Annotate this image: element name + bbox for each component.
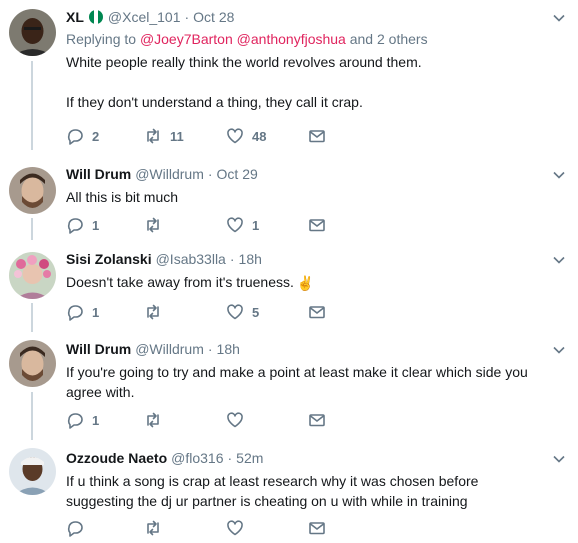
timestamp[interactable]: 18h: [217, 340, 240, 358]
timestamp[interactable]: 18h: [239, 250, 262, 268]
reply-count: 1: [92, 217, 100, 233]
like-count: 5: [252, 304, 260, 320]
avatar[interactable]: [9, 9, 56, 56]
tweet[interactable]: Ozzoude Naeto @flo316 · 52m If u think a…: [0, 440, 578, 543]
reply-button[interactable]: 1: [66, 215, 144, 235]
victory-hand-emoji: ✌️: [296, 275, 315, 291]
separator: ·: [184, 9, 190, 25]
reply-icon: [67, 305, 83, 321]
tweet-text: White people really think the world revo…: [66, 54, 422, 110]
tweet-text: If u think a song is crap at least resea…: [66, 473, 479, 509]
avatar[interactable]: [9, 167, 56, 214]
thread-line: [31, 303, 33, 332]
caret-down-icon[interactable]: [552, 11, 566, 25]
direct-message-icon: [309, 306, 325, 319]
avatar[interactable]: [9, 252, 56, 299]
author-handle[interactable]: @Isab33lla: [156, 250, 226, 268]
direct-message-icon: [309, 130, 325, 143]
like-button[interactable]: 5: [226, 302, 308, 322]
separator: ·: [207, 341, 213, 357]
tweet[interactable]: Sisi Zolanski @Isab33lla · 18h Doesn't t…: [0, 240, 578, 332]
direct-message-button[interactable]: [308, 302, 326, 322]
reply-others[interactable]: and 2 others: [350, 31, 428, 47]
author-handle[interactable]: @Xcel_101: [108, 8, 181, 26]
separator: ·: [227, 450, 233, 466]
author-handle[interactable]: @flo316: [171, 449, 223, 467]
like-icon: [227, 304, 243, 320]
tweet-text: All this is bit much: [66, 189, 179, 205]
author-name[interactable]: Will Drum: [66, 340, 131, 358]
tweet-text: Doesn't take away from it's trueness. ✌️: [66, 274, 315, 291]
replying-to: Replying to @Joey7Barton @anthonyfjoshua…: [66, 31, 428, 47]
reply-icon: [67, 218, 83, 234]
thread-line: [31, 61, 33, 150]
caret-down-icon[interactable]: [552, 253, 566, 267]
direct-message-button[interactable]: [308, 215, 326, 235]
author-name[interactable]: Ozzoude Naeto: [66, 449, 167, 467]
nigeria-flag-icon: [88, 10, 103, 24]
like-count: 48: [252, 128, 267, 144]
author-handle[interactable]: @Willdrum: [135, 340, 204, 358]
retweet-count: 11: [170, 128, 184, 144]
separator: ·: [229, 251, 235, 267]
reply-icon: [67, 413, 83, 429]
like-icon: [227, 128, 243, 144]
mention-link[interactable]: @anthonyfjoshua: [237, 31, 346, 47]
retweet-button[interactable]: [144, 410, 226, 430]
tweet[interactable]: Will Drum @Willdrum · 18h If you're goin…: [0, 332, 578, 440]
like-icon: [227, 520, 243, 536]
author-name[interactable]: Will Drum: [66, 165, 131, 183]
tweet[interactable]: XL @Xcel_101 · Oct 28 Replying to @Joey7…: [0, 0, 578, 150]
like-button[interactable]: [226, 518, 308, 538]
reply-count: 2: [92, 128, 100, 144]
direct-message-button[interactable]: [308, 126, 326, 146]
retweet-icon: [147, 217, 159, 233]
caret-down-icon[interactable]: [552, 168, 566, 182]
separator: ·: [207, 166, 213, 182]
tweet-text: If you're going to try and make a point …: [66, 364, 528, 400]
retweet-icon: [147, 304, 159, 320]
thread-line: [31, 218, 33, 240]
retweet-button[interactable]: [144, 518, 226, 538]
direct-message-button[interactable]: [308, 410, 326, 430]
avatar[interactable]: [9, 340, 56, 387]
like-button[interactable]: 1: [226, 215, 308, 235]
direct-message-icon: [309, 219, 325, 232]
timestamp[interactable]: 52m: [236, 449, 263, 467]
thread-line: [31, 392, 33, 440]
author-name[interactable]: XL: [66, 8, 84, 26]
reply-button[interactable]: 1: [66, 410, 144, 430]
reply-icon: [67, 521, 83, 537]
caret-down-icon[interactable]: [552, 343, 566, 357]
timestamp[interactable]: Oct 29: [217, 165, 258, 183]
reply-count: 1: [92, 304, 100, 320]
like-count: 1: [252, 217, 260, 233]
reply-button[interactable]: 2: [66, 126, 144, 146]
tweet[interactable]: Will Drum @Willdrum · Oct 29 All this is…: [0, 150, 578, 240]
reply-count: 1: [92, 412, 100, 428]
direct-message-icon: [309, 522, 325, 535]
retweet-icon: [147, 128, 159, 144]
direct-message-icon: [309, 414, 325, 427]
like-button[interactable]: [226, 410, 308, 430]
like-button[interactable]: 48: [226, 126, 308, 146]
retweet-button[interactable]: [144, 302, 226, 322]
mention-link[interactable]: @Joey7Barton: [140, 31, 233, 47]
caret-down-icon[interactable]: [552, 452, 566, 466]
like-icon: [227, 217, 243, 233]
reply-button[interactable]: [66, 518, 144, 538]
author-handle[interactable]: @Willdrum: [135, 165, 204, 183]
like-icon: [227, 412, 243, 428]
reply-button[interactable]: 1: [66, 302, 144, 322]
avatar[interactable]: [9, 448, 56, 495]
reply-icon: [67, 129, 83, 145]
retweet-icon: [147, 520, 159, 536]
retweet-icon: [147, 412, 159, 428]
timestamp[interactable]: Oct 28: [193, 8, 234, 26]
retweet-button[interactable]: 11: [144, 126, 226, 146]
author-name[interactable]: Sisi Zolanski: [66, 250, 152, 268]
direct-message-button[interactable]: [308, 518, 326, 538]
retweet-button[interactable]: [144, 215, 226, 235]
